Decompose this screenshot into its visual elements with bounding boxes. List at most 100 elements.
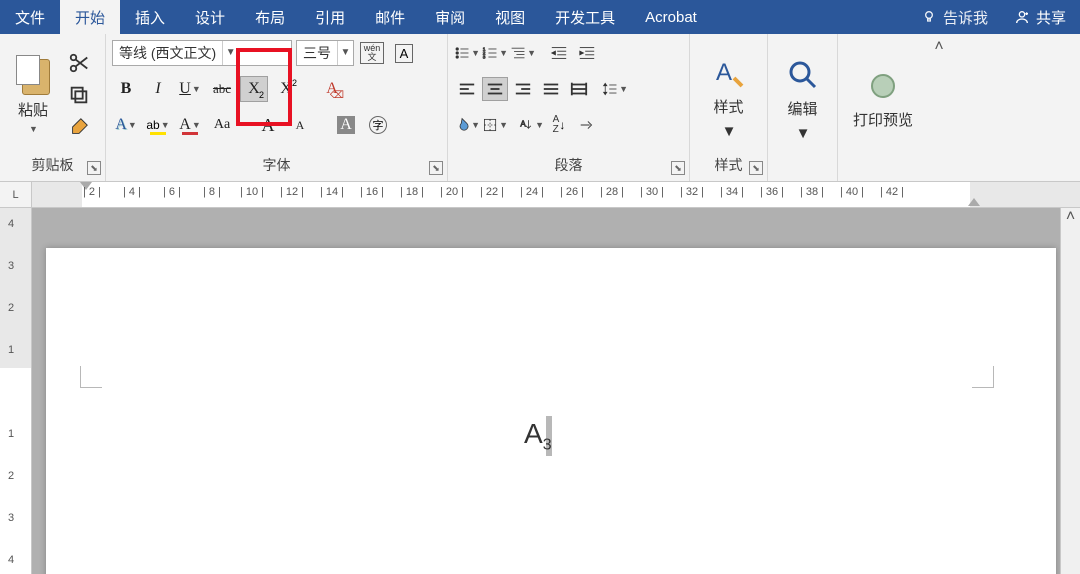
brush-icon: [68, 116, 90, 138]
numbering-button[interactable]: 123▼: [482, 41, 508, 65]
tab-layout[interactable]: 布局: [240, 0, 300, 34]
pilcrow-icon: [578, 116, 596, 134]
multilevel-button[interactable]: ▼: [510, 41, 536, 65]
decrease-indent-button[interactable]: [546, 41, 572, 65]
tell-me-search[interactable]: 告诉我: [909, 0, 1000, 34]
print-preview-button[interactable]: 打印预览: [844, 38, 922, 155]
chevron-down-icon: ▼: [722, 123, 737, 140]
tab-selector[interactable]: L: [0, 182, 32, 207]
tab-home[interactable]: 开始: [60, 0, 120, 34]
annotation-highlight: [236, 48, 292, 126]
borders-button[interactable]: ▼: [482, 113, 508, 137]
collapse-ribbon-button[interactable]: ˄: [928, 34, 950, 181]
person-icon: [1014, 9, 1030, 25]
format-painter-button[interactable]: [66, 114, 92, 140]
underline-button[interactable]: U▼: [176, 76, 204, 102]
align-justify-button[interactable]: [538, 77, 564, 101]
align-right-button[interactable]: [510, 77, 536, 101]
vruler-tick: 2: [8, 302, 14, 314]
tab-references[interactable]: 引用: [300, 0, 360, 34]
horizontal-ruler[interactable]: L | 2 || 4 || 6 || 8 || 10 || 12 || 14 |…: [0, 182, 1080, 208]
enclosed-char-button[interactable]: 字: [364, 112, 392, 138]
styles-button[interactable]: A 样式 ▼: [696, 38, 761, 151]
sort-button[interactable]: AZ↓: [546, 113, 572, 137]
align-right-icon: [514, 80, 532, 98]
page-area: A3: [32, 208, 1060, 574]
charshadebox-icon: A: [337, 116, 355, 134]
scissors-icon: [68, 52, 90, 74]
bold-icon: B: [121, 80, 132, 98]
tab-review[interactable]: 审阅: [420, 0, 480, 34]
align-left-button[interactable]: [454, 77, 480, 101]
circle-icon: [866, 69, 900, 103]
tab-view[interactable]: 视图: [480, 0, 540, 34]
tab-developer[interactable]: 开发工具: [540, 0, 630, 34]
charshade-icon: Aa: [214, 117, 230, 133]
increase-indent-button[interactable]: [574, 41, 600, 65]
document-page[interactable]: A3: [46, 248, 1056, 574]
group-title-font: 字体: [112, 151, 441, 181]
italic-button[interactable]: I: [144, 76, 172, 102]
clear-format-button[interactable]: A⌫: [318, 76, 346, 102]
bold-button[interactable]: B: [112, 76, 140, 102]
bullets-icon: [454, 44, 470, 62]
tab-file[interactable]: 文件: [0, 0, 60, 34]
paragraph-launcher[interactable]: ⬊: [671, 161, 685, 175]
strike-icon: abc: [213, 81, 231, 97]
ruler-tick: | 32 |: [672, 186, 712, 198]
char-border-button[interactable]: A: [390, 40, 418, 66]
align-justify-icon: [542, 80, 560, 98]
phonetic-icon: wén文: [360, 42, 385, 64]
search-icon: [786, 58, 820, 92]
tab-insert[interactable]: 插入: [120, 0, 180, 34]
font-color-button[interactable]: A▼: [176, 112, 204, 138]
show-marks-button[interactable]: [574, 113, 600, 137]
align-center-button[interactable]: [482, 77, 508, 101]
share-button[interactable]: 共享: [1000, 0, 1080, 34]
shading-button[interactable]: ▼: [454, 113, 480, 137]
scroll-up-button[interactable]: ˄: [1060, 208, 1080, 574]
italic-icon: I: [155, 80, 160, 98]
menu-bar: 文件 开始 插入 设计 布局 引用 邮件 审阅 视图 开发工具 Acrobat …: [0, 0, 1080, 34]
phonetic-guide-button[interactable]: wén文: [358, 40, 386, 66]
workspace: 43211234 A3 ˄: [0, 208, 1080, 574]
borders-icon: [482, 116, 498, 134]
char-shading-button[interactable]: Aa: [208, 112, 236, 138]
cut-button[interactable]: [66, 50, 92, 76]
ruler-tick: | 20 |: [432, 186, 472, 198]
highlight-button[interactable]: ab▼: [144, 112, 172, 138]
group-editing: 编辑 ▼: [768, 34, 838, 181]
vruler-tick: 4: [8, 554, 14, 566]
vruler-tick: 1: [8, 344, 14, 356]
styles-launcher[interactable]: ⬊: [749, 161, 763, 175]
align-distributed-button[interactable]: [566, 77, 592, 101]
ruler-tick: | 2 |: [72, 186, 112, 198]
bullets-button[interactable]: ▼: [454, 41, 480, 65]
line-spacing-button[interactable]: ▼: [602, 77, 628, 101]
right-indent-marker[interactable]: [968, 198, 980, 206]
tab-acrobat[interactable]: Acrobat: [630, 0, 712, 34]
multilevel-icon: [510, 44, 526, 62]
vruler-tick: 3: [8, 512, 14, 524]
char-shade-box-button[interactable]: A: [332, 112, 360, 138]
tell-me-label: 告诉我: [943, 7, 988, 28]
ruler-tick: | 42 |: [872, 186, 912, 198]
text-effects-button[interactable]: A▼: [112, 112, 140, 138]
paste-button[interactable]: 粘贴 ▼: [6, 38, 60, 151]
tab-design[interactable]: 设计: [180, 0, 240, 34]
font-size-combo[interactable]: 三号 ▼: [296, 40, 354, 66]
font-launcher[interactable]: ⬊: [429, 161, 443, 175]
line-spacing-icon: [602, 80, 618, 98]
strikethrough-button[interactable]: abc: [208, 76, 236, 102]
editing-button[interactable]: 编辑 ▼: [774, 38, 831, 155]
chevron-up-icon: ˄: [1066, 208, 1075, 226]
copy-button[interactable]: [66, 82, 92, 108]
font-name-value: 等线 (西文正文): [113, 43, 222, 63]
paste-icon: [16, 55, 50, 95]
vertical-ruler[interactable]: 43211234: [0, 208, 32, 574]
clipboard-launcher[interactable]: ⬊: [87, 161, 101, 175]
tab-mailings[interactable]: 邮件: [360, 0, 420, 34]
text-direction-button[interactable]: A▼: [518, 113, 544, 137]
shrinkfont-icon: A: [296, 118, 305, 133]
chevron-up-icon: ˄: [934, 38, 943, 56]
